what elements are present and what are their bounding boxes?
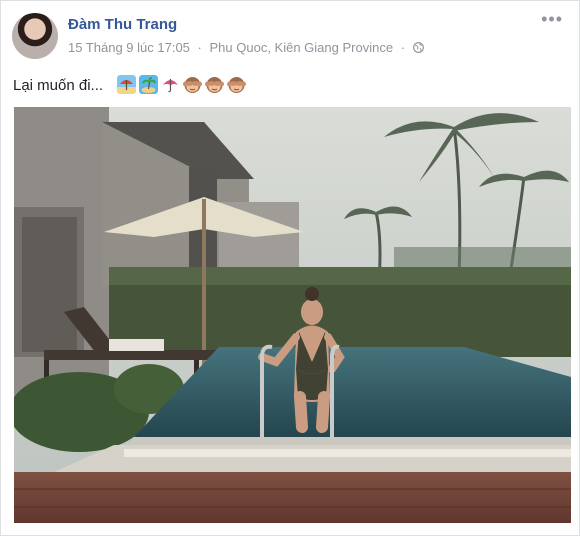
author-name-link[interactable]: Đàm Thu Trang	[68, 16, 177, 33]
island-emoji	[139, 75, 158, 94]
globe-icon[interactable]	[412, 42, 424, 53]
post-photo[interactable]	[14, 107, 571, 523]
beach-umbrella-emoji	[117, 75, 136, 94]
umbrella-emoji	[163, 79, 178, 93]
see-no-evil-monkey-emoji	[183, 77, 202, 93]
caption-emojis	[117, 75, 246, 94]
post-location-link[interactable]: Phu Quoc, Kiên Giang Province	[210, 40, 394, 55]
facebook-post: Đàm Thu Trang 15 Tháng 9 lúc 17:05 · Phu…	[0, 0, 580, 536]
meta-separator-2: ·	[400, 40, 406, 55]
more-options-button[interactable]: •••	[541, 9, 563, 30]
see-no-evil-monkey-emoji	[227, 77, 246, 93]
see-no-evil-monkey-emoji	[205, 77, 224, 93]
post-meta: 15 Tháng 9 lúc 17:05 · Phu Quoc, Kiên Gi…	[68, 40, 424, 55]
meta-separator: ·	[197, 40, 202, 55]
post-caption: Lại muốn đi...	[13, 77, 104, 94]
avatar[interactable]	[12, 13, 58, 59]
post-timestamp[interactable]: 15 Tháng 9 lúc 17:05	[68, 40, 190, 55]
